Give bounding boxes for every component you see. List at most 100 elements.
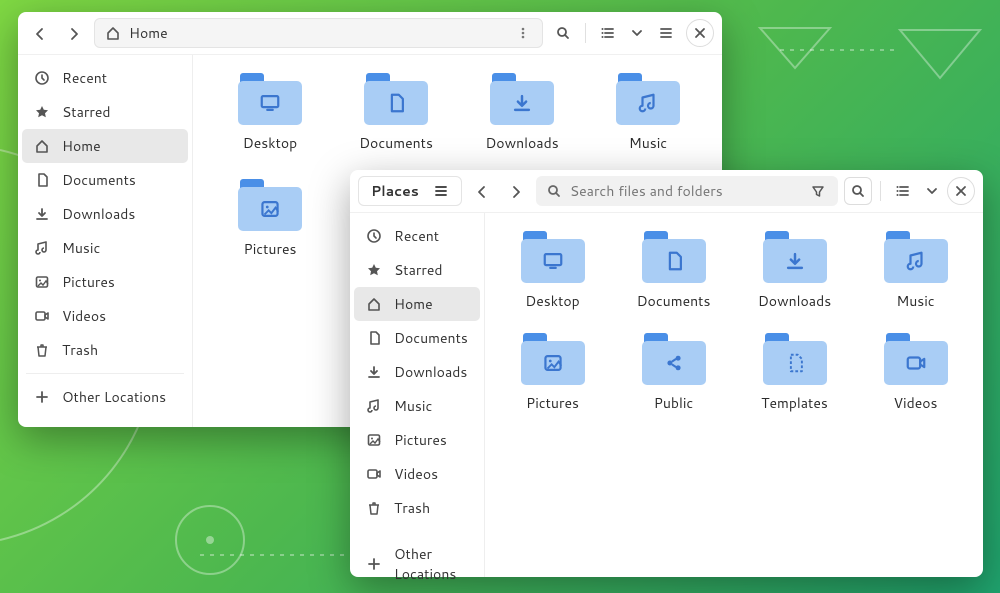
sidebar-item-starred[interactable]: Starred [22, 95, 188, 129]
folder-music[interactable]: Music [589, 73, 707, 153]
sidebar-item-documents[interactable]: Documents [354, 321, 480, 355]
view-list-button[interactable] [889, 177, 917, 205]
view-options-dropdown[interactable] [628, 19, 646, 47]
home-icon [34, 138, 50, 154]
view-list-button[interactable] [594, 19, 622, 47]
folder-view[interactable]: Desktop Documents Downloads Music Pictures Pu… [485, 213, 983, 577]
folder-icon [884, 333, 948, 385]
sidebar-item-label: Documents [394, 328, 468, 348]
back-button[interactable] [468, 177, 496, 205]
folder-desktop[interactable]: Desktop [211, 73, 329, 153]
filter-button[interactable] [808, 177, 828, 205]
sidebar-item-label: Starred [62, 102, 111, 122]
video-icon [366, 466, 382, 482]
sidebar-item-music[interactable]: Music [22, 231, 188, 265]
sidebar-item-downloads[interactable]: Downloads [22, 197, 188, 231]
plus-icon [366, 556, 382, 572]
folder-label: Public [654, 393, 694, 413]
places-bar[interactable]: Places [358, 176, 462, 206]
music-icon [34, 240, 50, 256]
main-menu-button[interactable] [652, 19, 680, 47]
sidebar-item-label: Music [394, 396, 432, 416]
sidebar-item-label: Music [62, 238, 100, 258]
sidebar-item-label: Other Locations [62, 387, 166, 407]
search-button[interactable] [549, 19, 577, 47]
sidebar-item-recent[interactable]: Recent [22, 61, 188, 95]
view-options-dropdown[interactable] [923, 177, 941, 205]
sidebar-item-home[interactable]: Home [354, 287, 480, 321]
sidebar-item-videos[interactable]: Videos [354, 457, 480, 491]
forward-button[interactable] [502, 177, 530, 205]
folder-icon [763, 231, 827, 283]
folder-downloads[interactable]: Downloads [463, 73, 581, 153]
folder-icon [642, 231, 706, 283]
folder-public[interactable]: Public [618, 333, 729, 413]
close-window-button[interactable] [947, 177, 975, 205]
forward-button[interactable] [60, 19, 88, 47]
sidebar-item-other-locations[interactable]: Other Locations [22, 380, 188, 414]
folder-icon [521, 333, 585, 385]
sidebar-item-downloads[interactable]: Downloads [354, 355, 480, 389]
folder-label: Desktop [525, 291, 579, 311]
image-icon [366, 432, 382, 448]
sidebar-item-label: Videos [394, 464, 438, 484]
folder-label: Videos [893, 393, 937, 413]
search-input[interactable] [570, 181, 800, 201]
search-bar[interactable] [536, 176, 838, 206]
folder-desktop[interactable]: Desktop [497, 231, 608, 311]
sidebar-item-videos[interactable]: Videos [22, 299, 188, 333]
folder-music[interactable]: Music [860, 231, 971, 311]
path-bar[interactable]: Home [94, 18, 543, 48]
folder-pictures[interactable]: Pictures [497, 333, 608, 413]
sidebar-item-recent[interactable]: Recent [354, 219, 480, 253]
sidebar-item-label: Recent [394, 226, 439, 246]
sidebar-item-label: Home [394, 294, 433, 314]
sidebar-item-other-locations[interactable]: Other Locations [354, 537, 480, 591]
sidebar: Recent Starred Home Documents Downloads Music… [18, 55, 193, 427]
sidebar-item-documents[interactable]: Documents [22, 163, 188, 197]
path-label: Home [129, 23, 168, 43]
plus-icon [34, 389, 50, 405]
sidebar-item-label: Documents [62, 170, 136, 190]
trash-icon [366, 500, 382, 516]
path-menu-button[interactable] [514, 25, 532, 41]
clock-icon [34, 70, 50, 86]
folder-label: Music [629, 133, 667, 153]
folder-label: Documents [637, 291, 711, 311]
sidebar-item-label: Trash [394, 498, 430, 518]
folder-label: Desktop [243, 133, 297, 153]
folder-icon [364, 73, 428, 125]
sidebar-item-pictures[interactable]: Pictures [354, 423, 480, 457]
search-icon [546, 183, 562, 199]
folder-downloads[interactable]: Downloads [739, 231, 850, 311]
folder-pictures[interactable]: Pictures [211, 179, 329, 259]
sidebar-item-label: Other Locations [394, 544, 468, 584]
sidebar-item-pictures[interactable]: Pictures [22, 265, 188, 299]
music-icon [366, 398, 382, 414]
sidebar-item-label: Starred [394, 260, 443, 280]
sidebar-item-label: Pictures [62, 272, 115, 292]
headerbar: Places [350, 170, 983, 213]
folder-templates[interactable]: Templates [739, 333, 850, 413]
search-button[interactable] [844, 177, 872, 205]
home-icon [366, 296, 382, 312]
folder-label: Music [896, 291, 934, 311]
trash-icon [34, 342, 50, 358]
sidebar-item-home[interactable]: Home [22, 129, 188, 163]
folder-label: Documents [359, 133, 433, 153]
folder-documents[interactable]: Documents [337, 73, 455, 153]
folder-label: Pictures [244, 239, 297, 259]
folder-label: Pictures [526, 393, 579, 413]
back-button[interactable] [26, 19, 54, 47]
close-window-button[interactable] [686, 19, 714, 47]
sidebar-item-label: Downloads [62, 204, 135, 224]
sidebar-item-trash[interactable]: Trash [22, 333, 188, 367]
folder-icon [238, 179, 302, 231]
folder-videos[interactable]: Videos [860, 333, 971, 413]
folder-icon [490, 73, 554, 125]
folder-documents[interactable]: Documents [618, 231, 729, 311]
places-title: Places [371, 181, 419, 201]
sidebar-item-music[interactable]: Music [354, 389, 480, 423]
sidebar-item-starred[interactable]: Starred [354, 253, 480, 287]
sidebar-item-trash[interactable]: Trash [354, 491, 480, 525]
